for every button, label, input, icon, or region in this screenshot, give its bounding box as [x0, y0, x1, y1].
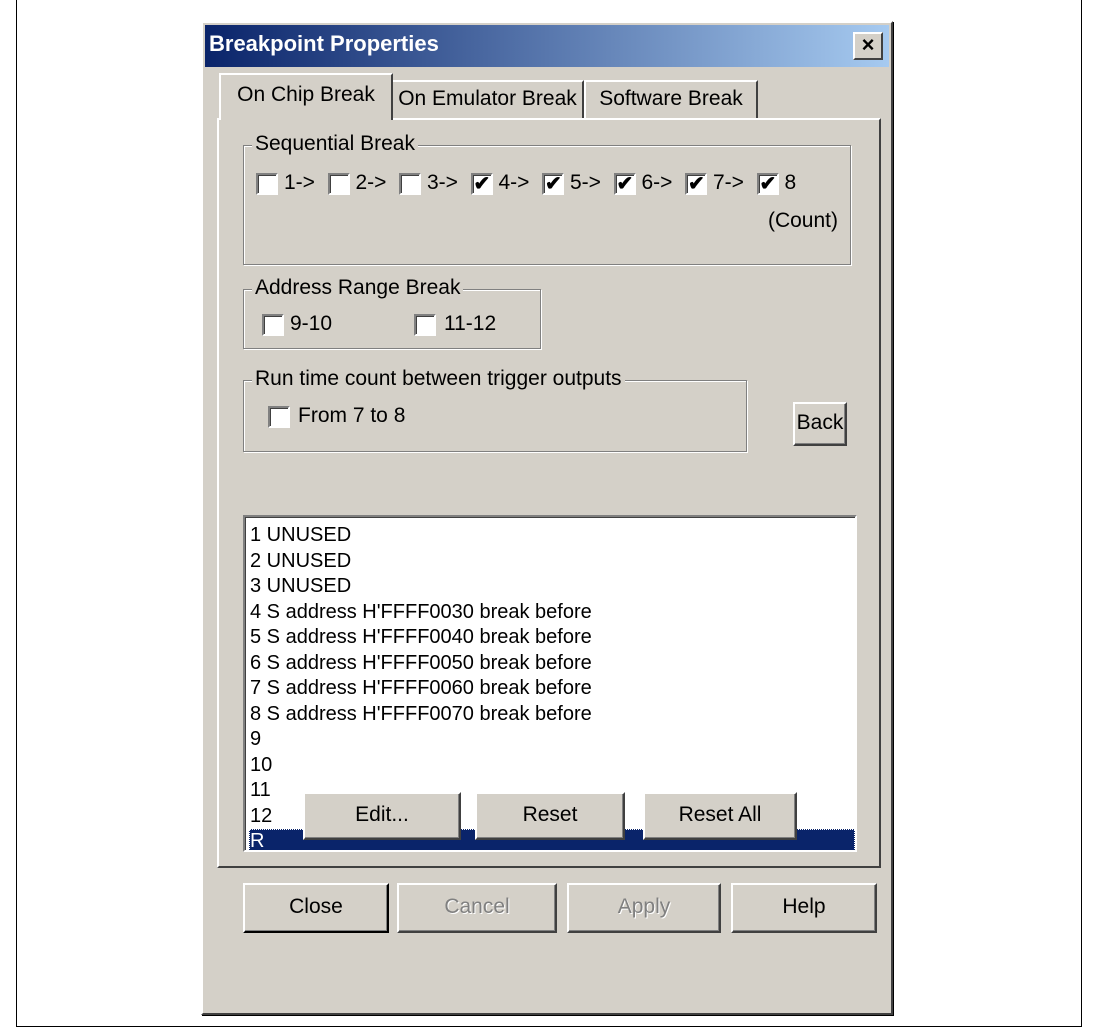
- checkbox-label-seq-6: 6->: [641, 171, 673, 194]
- checkbox-label-seq-4: 4->: [498, 171, 530, 194]
- list-item[interactable]: 8 S address H'FFFF0070 break before: [249, 702, 855, 728]
- run-time-count-group: Run time count between trigger outputs F…: [243, 367, 747, 452]
- address-range-legend: Address Range Break: [252, 276, 464, 300]
- list-item[interactable]: 2 UNUSED: [249, 549, 855, 575]
- reset-button[interactable]: Reset: [475, 792, 625, 840]
- list-item[interactable]: 10: [249, 753, 855, 779]
- checkbox-seq-2[interactable]: [327, 173, 350, 195]
- check-icon: ✔: [616, 173, 634, 195]
- checkbox-label-seq-2: 2->: [355, 171, 387, 194]
- dialog-title: Breakpoint Properties: [209, 31, 439, 56]
- list-item[interactable]: 6 S address H'FFFF0050 break before: [249, 651, 855, 677]
- back-button[interactable]: Back: [793, 402, 847, 446]
- checkbox-label-11-12: 11-12: [444, 312, 497, 335]
- checkbox-11-12[interactable]: [414, 314, 436, 336]
- close-button[interactable]: Close: [243, 883, 389, 933]
- checkbox-label-seq-7: 7->: [713, 171, 744, 194]
- reset-all-button[interactable]: Reset All: [643, 792, 797, 840]
- count-label: (Count): [767, 209, 838, 232]
- checkbox-label-from-7-to-8: From 7 to 8: [298, 404, 406, 427]
- checkbox-label-seq-8: 8: [784, 171, 797, 194]
- check-icon: ✔: [688, 173, 705, 195]
- tab-on-chip-break[interactable]: On Chip Break: [219, 73, 393, 120]
- checkbox-seq-7[interactable]: ✔: [685, 173, 707, 195]
- list-item[interactable]: 5 S address H'FFFF0040 break before: [249, 625, 855, 651]
- list-item[interactable]: 3 UNUSED: [249, 574, 855, 600]
- cancel-button[interactable]: Cancel: [397, 883, 557, 933]
- tab-software-break[interactable]: Software Break: [584, 80, 758, 118]
- tab-panel-on-chip-break: Sequential Break 1-> 2-> 3-> ✔ 4-> ✔ 5-> ✔ 6-> ✔ 7…: [217, 118, 881, 868]
- address-range-break-group: Address Range Break 9-10 11-12: [243, 276, 541, 349]
- check-icon: ✔: [545, 173, 562, 195]
- check-icon: ✔: [759, 173, 777, 195]
- title-bar[interactable]: Breakpoint Properties ×: [205, 25, 889, 67]
- checkbox-label-seq-1: 1->: [284, 171, 315, 194]
- checkbox-seq-6[interactable]: ✔: [613, 173, 636, 195]
- list-item[interactable]: 7 S address H'FFFF0060 break before: [249, 676, 855, 702]
- checkbox-from-7-to-8[interactable]: [268, 406, 290, 428]
- tab-on-emulator-break[interactable]: On Emulator Break: [391, 80, 584, 118]
- checkbox-seq-8[interactable]: ✔: [756, 173, 779, 195]
- help-button[interactable]: Help: [731, 883, 877, 933]
- tab-label: Software Break: [599, 87, 743, 110]
- checkbox-seq-4[interactable]: ✔: [470, 173, 493, 195]
- list-item[interactable]: 4 S address H'FFFF0030 break before: [249, 600, 855, 626]
- checkbox-seq-5[interactable]: ✔: [542, 173, 564, 195]
- tab-label: On Chip Break: [237, 83, 375, 106]
- check-icon: ✔: [473, 173, 491, 195]
- edit-button[interactable]: Edit...: [303, 792, 461, 840]
- checkbox-label-seq-5: 5->: [570, 171, 601, 194]
- checkbox-label-seq-3: 3->: [427, 171, 458, 194]
- apply-button[interactable]: Apply: [567, 883, 721, 933]
- sequential-break-group: Sequential Break 1-> 2-> 3-> ✔ 4-> ✔ 5-> ✔ 6-> ✔ 7…: [243, 132, 851, 265]
- close-icon[interactable]: ×: [853, 32, 883, 60]
- list-item[interactable]: 9: [249, 727, 855, 753]
- checkbox-seq-1[interactable]: [256, 173, 278, 195]
- breakpoint-properties-dialog: Breakpoint Properties × On Chip Break On…: [201, 21, 893, 1015]
- checkbox-label-9-10: 9-10: [290, 312, 333, 335]
- checkbox-seq-3[interactable]: [399, 173, 421, 195]
- list-item[interactable]: 1 UNUSED: [249, 523, 855, 549]
- sequential-break-legend: Sequential Break: [252, 132, 418, 156]
- checkbox-9-10[interactable]: [262, 314, 284, 336]
- tab-label: On Emulator Break: [398, 87, 577, 110]
- run-time-legend: Run time count between trigger outputs: [252, 367, 625, 391]
